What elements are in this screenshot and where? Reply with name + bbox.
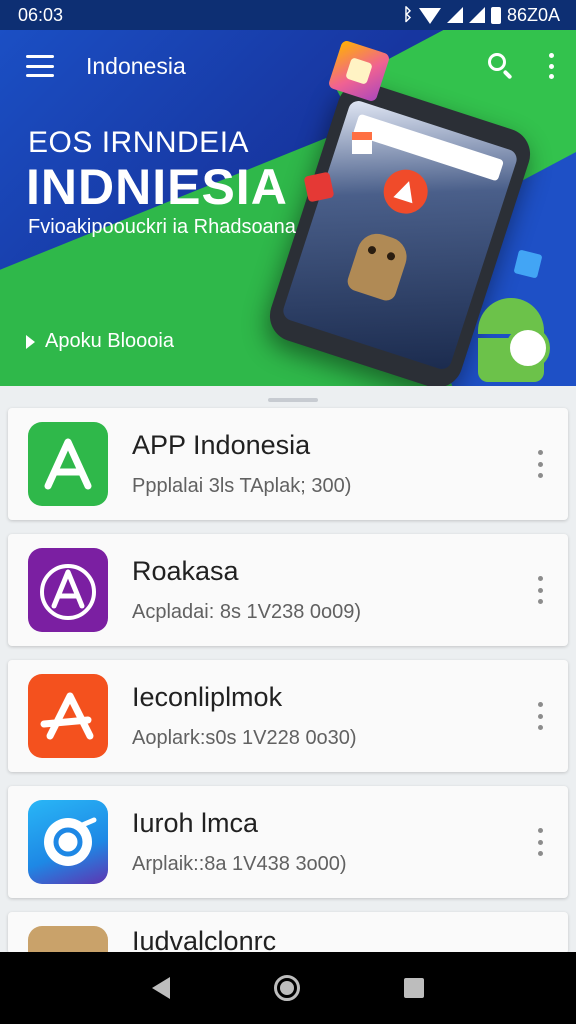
play-arrow-icon	[26, 334, 35, 349]
list-item[interactable]: Roakasa Acpladai: 8s 1V238 0o09)	[8, 534, 568, 646]
overflow-menu-icon[interactable]	[546, 53, 556, 79]
status-icons: ᛒ 86Z0A	[403, 5, 560, 26]
floating-card-icon	[352, 132, 372, 154]
item-more-icon[interactable]	[536, 576, 544, 604]
a-logo-purple-icon	[28, 548, 108, 632]
list-item[interactable]: Ieconliplmok Aoplark:s0s 1V228 0o30)	[8, 660, 568, 772]
app-name: Roakasa	[132, 556, 239, 586]
app-bar-title: Indonesia	[86, 52, 186, 79]
drag-handle[interactable]	[268, 398, 318, 402]
phone-url-bar	[352, 113, 505, 182]
house-tan-icon	[28, 926, 108, 954]
app-subtitle: Ppplalai 3ls TAplak; 300)	[132, 475, 352, 497]
list-item[interactable]: APP Indonesia Ppplalai 3ls TAplak; 300)	[8, 408, 568, 520]
recents-icon[interactable]	[404, 978, 424, 998]
android-robot-icon	[470, 298, 554, 386]
banner-cta-label: Apoku Bloooia	[45, 330, 174, 352]
back-icon[interactable]	[152, 977, 170, 999]
app-name: Iuroh lmca	[132, 808, 259, 838]
system-nav-bar	[0, 952, 576, 1024]
compass-blue-icon	[28, 800, 108, 884]
a-logo-red-icon	[28, 674, 108, 758]
app-name: Iudvalclonrc	[132, 926, 277, 954]
hero-banner[interactable]: Indonesia EOS IRNNDEIA INDNIESIA Fvioaki…	[0, 30, 576, 386]
search-icon[interactable]	[486, 51, 516, 81]
banner-subtitle: Fvioakipoouckri ia Rhadsoana	[28, 216, 296, 238]
app-subtitle: Acpladai: 8s 1V238 0o09)	[132, 601, 362, 623]
app-subtitle: Arplaik::8a 1V438 3o00)	[132, 853, 347, 875]
bluetooth-icon: ᛒ	[402, 5, 413, 24]
signal-icon-2	[468, 7, 485, 23]
list-item[interactable]: Iuroh lmca Arplaik::8a 1V438 3o00)	[8, 786, 568, 898]
wifi-icon	[418, 8, 441, 24]
status-time: 06:03	[18, 4, 64, 25]
phone-app-logo-icon	[377, 163, 434, 220]
app-name: Ieconliplmok	[132, 682, 283, 712]
item-more-icon[interactable]	[536, 702, 544, 730]
app-subtitle: Aoplark:s0s 1V228 0o30)	[132, 727, 357, 749]
status-bar: 06:03 ᛒ 86Z0A	[0, 0, 576, 30]
list-item[interactable]: Iudvalclonrc	[8, 912, 568, 954]
a-logo-green-icon	[28, 422, 108, 506]
mascot-icon	[345, 228, 412, 304]
app-bar: Indonesia	[0, 30, 576, 102]
app-name: APP Indonesia	[132, 430, 311, 460]
banner-title: INDNIESIA	[26, 159, 288, 215]
item-more-icon[interactable]	[536, 828, 544, 856]
battery-icon	[490, 6, 501, 24]
item-more-icon[interactable]	[536, 450, 544, 478]
banner-cta-link[interactable]: Apoku Bloooia	[26, 330, 174, 353]
status-right-text: 86Z0A	[506, 4, 560, 25]
floating-red-icon	[303, 171, 335, 203]
menu-icon[interactable]	[26, 55, 54, 77]
home-icon[interactable]	[274, 975, 300, 1001]
signal-icon	[446, 7, 463, 23]
banner-kicker: EOS IRNNDEIA	[28, 126, 250, 159]
app-list: APP Indonesia Ppplalai 3ls TAplak; 300) …	[8, 408, 568, 954]
